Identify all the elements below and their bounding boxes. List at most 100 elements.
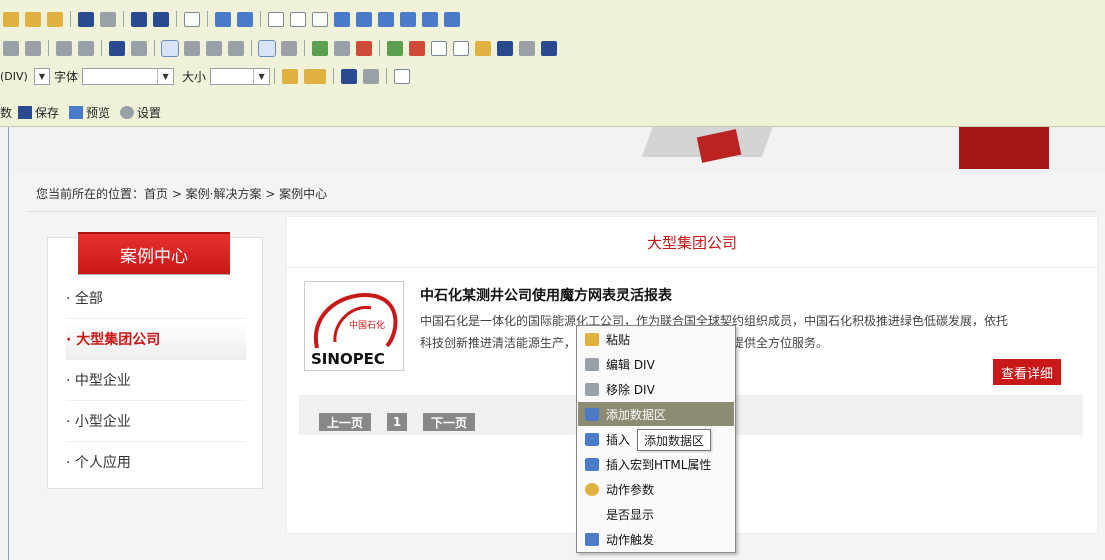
size-select[interactable]: ▼ — [210, 67, 271, 85]
sidebar-item-personal[interactable]: · 个人应用 — [66, 444, 246, 482]
format-value: (DIV) — [0, 69, 28, 83]
preview-button[interactable]: 预览 — [69, 104, 110, 121]
undo-icon[interactable] — [78, 11, 94, 27]
smiley-icon[interactable] — [475, 40, 491, 56]
sidebar-item-medium[interactable]: · 中型企业 — [66, 362, 246, 401]
toolbar-row-2 — [0, 37, 560, 59]
iframe-icon[interactable] — [541, 40, 557, 56]
background-color-icon[interactable] — [304, 68, 327, 84]
align-right-icon[interactable] — [206, 40, 222, 56]
save-icon — [18, 105, 33, 119]
case-description-line-1: 中国石化是一体化的国际能源化工公司，作为联合国全球契约组织成员，中国石化积极推进… — [420, 314, 1009, 328]
ltr-icon[interactable] — [258, 39, 276, 57]
sidebar-item-large-group[interactable]: · 大型集团公司 — [66, 321, 246, 360]
flash-icon[interactable] — [409, 40, 425, 56]
indent-icon[interactable] — [78, 40, 94, 56]
numbered-list-icon[interactable] — [3, 40, 19, 56]
menu-item-label: 动作触发 — [606, 532, 655, 547]
separator — [207, 11, 208, 27]
format-dropdown[interactable]: ▼ — [34, 67, 50, 85]
editor-toolbar: (DIV) ▼ 字体 ▼ 大小 ▼ 数 保存 预览 设置 — [0, 0, 1105, 127]
breadcrumb: 您当前所在的位置：首页 > 案例·解决方案 > 案例中心 — [36, 187, 328, 201]
link-icon[interactable] — [312, 40, 328, 56]
menu-item-label: 动作参数 — [606, 482, 655, 497]
menu-item-visibility[interactable]: 是否显示 — [578, 502, 734, 526]
create-div-icon[interactable] — [131, 40, 147, 56]
paste-text-icon[interactable] — [25, 11, 41, 27]
logo-cn-text: 中国石化 — [349, 319, 385, 331]
menu-item-paste[interactable]: 粘贴 — [578, 327, 734, 351]
save-button[interactable]: 保存 — [18, 104, 59, 121]
page-break-icon[interactable] — [519, 40, 535, 56]
textfield-icon[interactable] — [334, 11, 350, 27]
action-trigger-icon — [585, 532, 599, 546]
unlink-icon[interactable] — [334, 40, 350, 56]
case-title[interactable]: 中石化某测井公司使用魔方网表灵活报表 — [420, 285, 672, 305]
menu-item-label: 插入宏到HTML属性 — [606, 457, 712, 472]
menu-item-remove-div[interactable]: 移除 DIV — [578, 377, 734, 401]
menu-item-edit-div[interactable]: 编辑 DIV — [578, 352, 734, 376]
help-icon[interactable] — [394, 68, 411, 84]
format-select[interactable]: (DIV) — [0, 68, 34, 85]
textarea-icon[interactable] — [356, 11, 372, 27]
page-number-button[interactable]: 1 — [387, 413, 407, 431]
toolbar-row-3: (DIV) ▼ 字体 ▼ 大小 ▼ — [0, 65, 413, 87]
prev-page-button[interactable]: 上一页 — [319, 413, 371, 431]
page-canvas: 您当前所在的位置：首页 > 案例·解决方案 > 案例中心 案例中心 · 全部 ·… — [8, 127, 1105, 560]
redo-icon[interactable] — [100, 11, 116, 27]
replace-icon[interactable] — [153, 11, 169, 27]
menu-item-action-params[interactable]: 动作参数 — [578, 477, 734, 501]
paste-word-icon[interactable] — [47, 11, 63, 27]
radio-icon[interactable] — [312, 11, 328, 27]
blockquote-icon[interactable] — [109, 40, 125, 56]
company-logo[interactable]: 中国石化 SINOPEC — [304, 281, 404, 371]
menu-item-insert-macro[interactable]: 插入宏到HTML属性 — [578, 452, 734, 476]
logo-text: SINOPEC — [311, 350, 385, 368]
rtl-icon[interactable] — [281, 40, 297, 56]
align-center-icon[interactable] — [184, 40, 200, 56]
special-char-icon[interactable] — [497, 40, 513, 56]
align-justify-icon[interactable] — [228, 40, 244, 56]
size-label: 大小 — [182, 69, 207, 84]
paste-icon[interactable] — [3, 11, 19, 27]
sidebar-item-small[interactable]: · 小型企业 — [66, 403, 246, 442]
separator — [304, 40, 305, 56]
outdent-icon[interactable] — [56, 40, 72, 56]
bulleted-list-icon[interactable] — [25, 40, 41, 56]
divider — [287, 267, 1097, 268]
horizontal-rule-icon[interactable] — [453, 40, 469, 56]
menu-item-add-data-area[interactable]: 添加数据区 — [578, 402, 734, 426]
font-select[interactable]: ▼ — [82, 67, 175, 85]
next-page-button[interactable]: 下一页 — [423, 413, 475, 431]
menu-item-action-trigger[interactable]: 动作触发 — [578, 527, 734, 551]
hidden-field-icon[interactable] — [444, 11, 460, 27]
find-icon[interactable] — [131, 11, 147, 27]
align-left-icon[interactable] — [161, 39, 179, 57]
chevron-down-icon: ▼ — [38, 71, 46, 81]
separator — [274, 68, 276, 84]
separator — [101, 40, 102, 56]
tooltip: 添加数据区 — [637, 429, 712, 451]
view-detail-button[interactable]: 查看详细 — [993, 359, 1061, 385]
anchor-icon[interactable] — [356, 40, 372, 56]
settings-button[interactable]: 设置 — [120, 104, 161, 121]
image-icon[interactable] — [387, 40, 403, 56]
save-label: 保存 — [35, 105, 60, 120]
checkbox-icon[interactable] — [290, 11, 306, 27]
show-blocks-icon[interactable] — [363, 68, 380, 84]
sidebar-item-all[interactable]: · 全部 — [66, 280, 246, 319]
select-all-icon[interactable] — [184, 11, 200, 27]
text-color-icon[interactable] — [282, 68, 299, 84]
sidebar-title: 案例中心 — [78, 232, 230, 274]
spellcheck-icon[interactable] — [215, 11, 231, 27]
form-icon[interactable] — [268, 11, 284, 27]
preview-label: 预览 — [86, 105, 111, 120]
button-icon[interactable] — [400, 11, 416, 27]
settings-label: 设置 — [137, 105, 162, 120]
spellcheck-dropdown-icon[interactable] — [237, 11, 253, 27]
image-button-icon[interactable] — [422, 11, 438, 27]
table-icon[interactable] — [431, 40, 447, 56]
chevron-down-icon: ▼ — [157, 68, 173, 84]
select-field-icon[interactable] — [378, 11, 394, 27]
maximize-icon[interactable] — [341, 68, 358, 84]
